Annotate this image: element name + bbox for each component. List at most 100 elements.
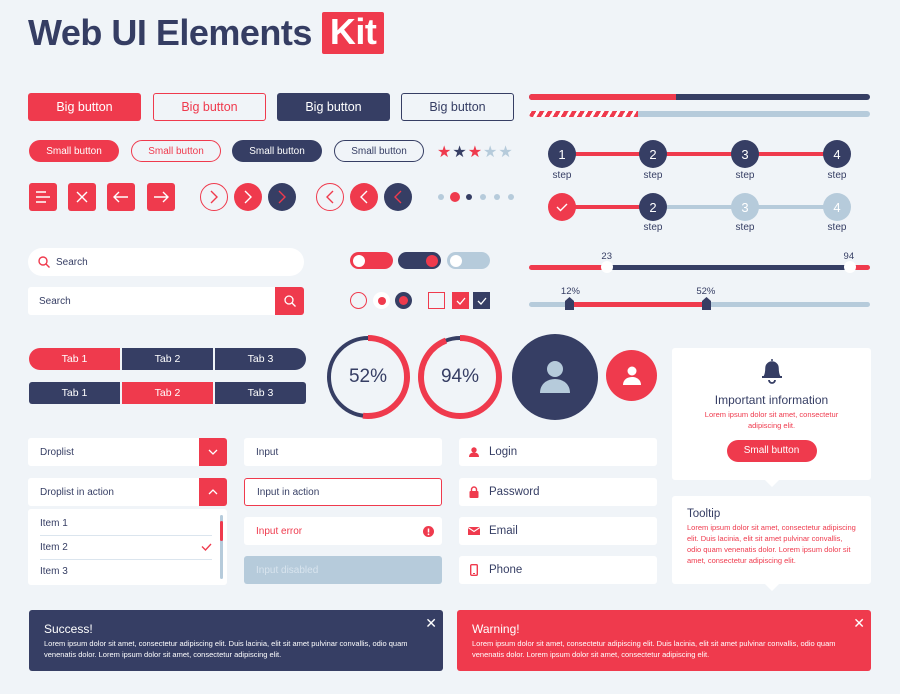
radio-unchecked[interactable] [350, 292, 367, 309]
tab-3[interactable]: Tab 3 [215, 348, 306, 370]
field-label: Email [489, 525, 518, 537]
chevron-right-icon [210, 190, 218, 204]
droplist-toggle[interactable] [199, 438, 227, 466]
droplist-open[interactable]: Droplist in action [28, 478, 227, 506]
range-handle-min[interactable] [601, 261, 614, 273]
percent-low-label: 12% [560, 286, 580, 297]
chevron-left-icon [394, 190, 402, 204]
pagination-dot[interactable] [438, 194, 444, 200]
small-button-outline-navy[interactable]: Small button [334, 140, 424, 162]
percent-handle-high[interactable] [701, 297, 711, 310]
step-label: step [827, 222, 847, 233]
alert-warning: Warning! Lorem ipsum dolor sit amet, con… [457, 610, 871, 671]
droplist-label: Droplist in action [40, 486, 114, 498]
close-icon[interactable]: ✕ [853, 615, 865, 632]
big-button-outline-navy[interactable]: Big button [401, 93, 514, 121]
pagination-dot[interactable] [480, 194, 486, 200]
tab-1[interactable]: Tab 1 [29, 382, 120, 404]
prev-button-red[interactable] [350, 183, 378, 211]
scrollbar[interactable] [220, 515, 223, 579]
tab-1[interactable]: Tab 1 [29, 348, 120, 370]
checkbox-checked-navy[interactable] [473, 292, 490, 309]
next-button-outline[interactable] [200, 183, 228, 211]
tooltip-card: Tooltip Lorem ipsum dolor sit amet, cons… [672, 496, 871, 584]
prev-button-navy[interactable] [384, 183, 412, 211]
toggle-red-off[interactable] [350, 252, 393, 269]
star-empty-icon[interactable]: ★ [498, 142, 512, 162]
bell-icon [761, 359, 782, 384]
next-button-navy[interactable] [268, 183, 296, 211]
star-rating[interactable]: ★ ★ ★ ★ ★ [437, 142, 513, 162]
tab-2[interactable]: Tab 2 [122, 348, 213, 370]
radio-checked-light[interactable] [373, 292, 390, 309]
search-input-with-button[interactable]: Search [28, 287, 304, 315]
phone-field[interactable]: Phone [459, 556, 657, 584]
ring-label-1: 52% [348, 366, 388, 387]
step-circle-1[interactable]: 1 [548, 140, 576, 168]
avatar-large[interactable] [512, 334, 598, 420]
pagination-dot-active[interactable] [450, 192, 460, 202]
tooltip-text: Lorem ipsum dolor sit amet, consectetur … [687, 523, 856, 565]
big-button-filled-navy[interactable]: Big button [277, 93, 390, 121]
small-button-filled-red[interactable]: Small button [29, 140, 119, 162]
title-badge: Kit [321, 12, 385, 54]
tab-3[interactable]: Tab 3 [215, 382, 306, 404]
notification-button[interactable]: Small button [726, 439, 817, 462]
big-button-outline-red[interactable]: Big button [153, 93, 266, 121]
big-button-filled-red[interactable]: Big button [28, 93, 141, 121]
scrollbar-thumb[interactable] [220, 521, 223, 541]
search-input-rounded[interactable]: Search [28, 248, 304, 276]
avatar-small[interactable] [606, 350, 657, 401]
step-circle-3[interactable]: 3 [731, 193, 759, 221]
star-filled-icon[interactable]: ★ [452, 142, 466, 162]
droplist-item-selected[interactable]: Item 2 [40, 535, 212, 559]
droplist-item[interactable]: Item 1 [40, 511, 212, 535]
pagination-dot[interactable] [494, 194, 500, 200]
percent-handle-low[interactable] [565, 297, 575, 310]
chevron-right-icon [278, 190, 286, 204]
login-field[interactable]: Login [459, 438, 657, 466]
droplist-toggle[interactable] [199, 478, 227, 506]
step-circle-3[interactable]: 3 [731, 140, 759, 168]
next-button-red[interactable] [234, 183, 262, 211]
notification-card: Important information Lorem ipsum dolor … [672, 348, 871, 480]
droplist[interactable]: Droplist [28, 438, 227, 466]
pagination-dot[interactable] [466, 194, 472, 200]
prev-button-outline[interactable] [316, 183, 344, 211]
star-filled-icon[interactable]: ★ [437, 142, 451, 162]
close-button[interactable] [68, 183, 96, 211]
droplist-item[interactable]: Item 3 [40, 559, 212, 583]
input-normal[interactable]: Input [244, 438, 442, 466]
step-circle-2[interactable]: 2 [639, 140, 667, 168]
toggle-disabled[interactable] [447, 252, 490, 269]
checkbox-checked-red[interactable] [452, 292, 469, 309]
search-button[interactable] [275, 287, 304, 315]
arrow-left-button[interactable] [107, 183, 135, 211]
step-label: step [735, 222, 755, 233]
star-filled-icon[interactable]: ★ [468, 142, 482, 162]
close-icon[interactable]: ✕ [425, 615, 437, 632]
small-button-filled-navy[interactable]: Small button [232, 140, 322, 162]
tab-2[interactable]: Tab 2 [122, 382, 213, 404]
chevron-left-icon [326, 190, 334, 204]
checkbox-unchecked[interactable] [428, 292, 445, 309]
arrow-right-button[interactable] [147, 183, 175, 211]
step-circle-4[interactable]: 4 [823, 140, 851, 168]
input-active[interactable]: Input in action [244, 478, 442, 506]
radio-checked-dark[interactable] [395, 292, 412, 309]
toggle-navy-on[interactable] [398, 252, 441, 269]
range-selected [607, 265, 850, 270]
step-circle-done[interactable] [548, 193, 576, 221]
step-circle-2[interactable]: 2 [639, 193, 667, 221]
star-empty-icon[interactable]: ★ [483, 142, 497, 162]
email-field[interactable]: Email [459, 517, 657, 545]
step-circle-4[interactable]: 4 [823, 193, 851, 221]
range-min-label: 23 [601, 251, 612, 262]
pagination-dot[interactable] [508, 194, 514, 200]
password-field[interactable]: Password [459, 478, 657, 506]
input-value: Input [256, 446, 279, 458]
range-handle-max[interactable] [843, 261, 856, 273]
menu-button[interactable] [29, 183, 57, 211]
input-error[interactable]: Input error [244, 517, 442, 545]
small-button-outline-red[interactable]: Small button [131, 140, 221, 162]
